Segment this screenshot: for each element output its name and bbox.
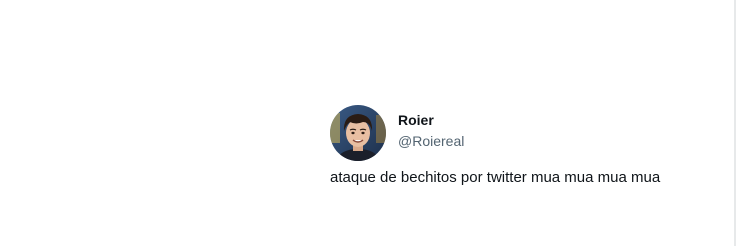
user-handle[interactable]: @Roiereal (398, 132, 464, 150)
tweet-card: Roier @Roiereal ataque de bechitos por t… (330, 104, 730, 188)
avatar[interactable] (330, 105, 386, 161)
display-name[interactable]: Roier (398, 111, 464, 129)
profile-photo-icon (330, 105, 386, 161)
author-names: Roier @Roiereal (398, 111, 464, 150)
tweet-screenshot: Roier @Roiereal ataque de bechitos por t… (0, 0, 736, 246)
tweet-text: ataque de bechitos por twitter mua mua m… (330, 169, 661, 186)
tweet-header: Roier @Roiereal (330, 104, 730, 162)
